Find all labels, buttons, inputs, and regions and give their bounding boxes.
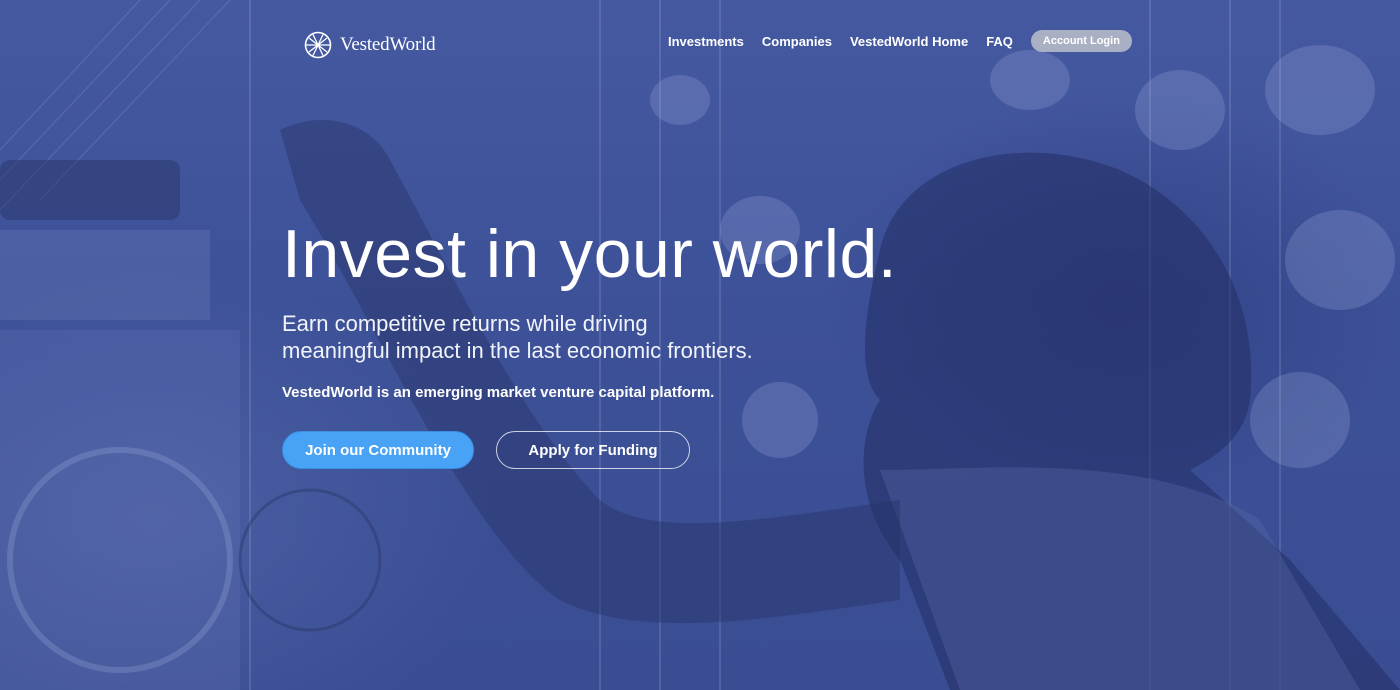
nav-link-investments[interactable]: Investments [668, 34, 744, 49]
hero-content: Invest in your world. Earn competitive r… [282, 214, 982, 469]
hero-subhead-line2: meaningful impact in the last economic f… [282, 338, 753, 363]
brand-logo[interactable]: VestedWorld [304, 30, 436, 60]
hero-headline: Invest in your world. [282, 216, 898, 292]
main-nav: Investments Companies VestedWorld Home F… [668, 30, 1132, 52]
hero-subhead-line1: Earn competitive returns while driving [282, 311, 648, 336]
join-community-button[interactable]: Join our Community [282, 431, 474, 469]
site-header: VestedWorld Investments Companies Vested… [0, 0, 1400, 80]
nav-link-companies[interactable]: Companies [762, 34, 832, 49]
hero-actions: Join our Community Apply for Funding [282, 431, 982, 469]
brand-name: VestedWorld [340, 34, 436, 55]
hero-section: VestedWorld Investments Companies Vested… [0, 0, 1400, 690]
nav-link-vestedworld-home[interactable]: VestedWorld Home [850, 34, 968, 49]
globe-lattice-icon [304, 31, 332, 59]
apply-for-funding-button[interactable]: Apply for Funding [496, 431, 690, 469]
nav-link-faq[interactable]: FAQ [986, 34, 1013, 49]
account-login-button[interactable]: Account Login [1030, 30, 1132, 52]
hero-tagline: VestedWorld is an emerging market ventur… [282, 384, 715, 401]
hero-subhead: Earn competitive returns while driving m… [282, 310, 802, 364]
